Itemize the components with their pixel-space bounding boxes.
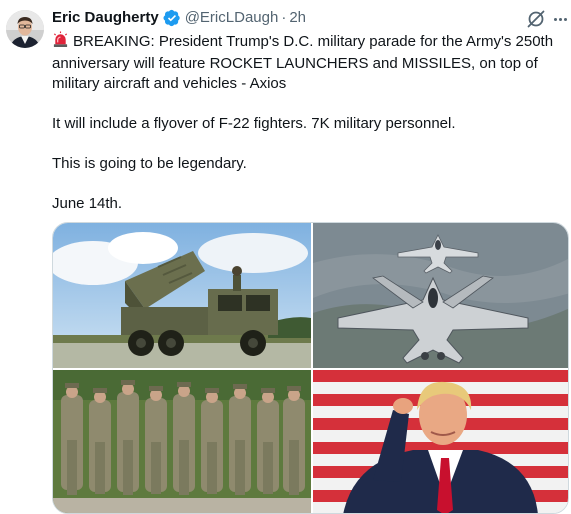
tweet-text: BREAKING: President Trump's D.C. militar… xyxy=(52,31,567,214)
media-image-soldiers[interactable] xyxy=(53,370,311,513)
tweet-line-flyover: It will include a flyover of F-22 fighte… xyxy=(52,115,456,132)
tweet-line-breaking: BREAKING: President Trump's D.C. militar… xyxy=(52,33,554,92)
media-image-president-salute[interactable] xyxy=(313,370,568,513)
more-options-icon[interactable] xyxy=(551,9,569,29)
media-grid xyxy=(52,222,569,514)
separator-dot: · xyxy=(281,9,287,26)
tweet-line-legendary: This is going to be legendary. xyxy=(52,155,247,172)
media-image-rocket-launcher[interactable] xyxy=(53,223,311,368)
tweet-card[interactable]: Eric Daugherty @EricLDaugh · 2h BREAKING… xyxy=(0,0,571,514)
avatar[interactable] xyxy=(6,10,44,48)
siren-emoji-icon xyxy=(52,31,69,54)
tweet-line-date: June 14th. xyxy=(52,195,123,212)
grok-icon[interactable] xyxy=(525,8,547,30)
media-image-f22-fighters[interactable] xyxy=(313,223,568,368)
author-handle[interactable]: @EricLDaugh xyxy=(185,8,279,28)
tweet-paragraph-breaking: BREAKING: President Trump's D.C. militar… xyxy=(52,31,567,94)
verified-badge-icon xyxy=(163,9,181,27)
timestamp[interactable]: 2h xyxy=(289,8,306,28)
author-name[interactable]: Eric Daugherty xyxy=(52,8,159,28)
tweet-header: Eric Daugherty @EricLDaugh · 2h xyxy=(52,8,306,28)
